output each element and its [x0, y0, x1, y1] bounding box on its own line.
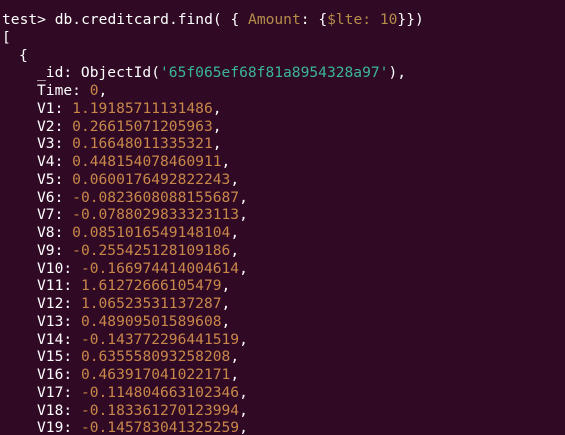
field-line: V6: -0.0823608088155687, [2, 189, 565, 207]
field-key: V13: [37, 312, 81, 330]
field-value: 0.0851016549148104 [72, 224, 231, 241]
field-value: -0.255425128109186 [72, 241, 231, 259]
time-key: Time: [37, 82, 90, 99]
field-value: -0.143772296441519 [80, 330, 240, 348]
time-line: Time: 0, [2, 82, 565, 100]
id-key: _id: ObjectId( [37, 64, 161, 82]
field-value: -0.114804663102346 [80, 383, 240, 401]
field-key: V19: [37, 419, 81, 435]
field-line: V1: 1.19185711131486, [2, 100, 565, 118]
field-value: 1.61272666105479 [80, 277, 222, 295]
field-key: V7: [37, 206, 73, 224]
time-comma: , [98, 82, 108, 99]
field-value: 0.0600176492822243 [72, 170, 231, 188]
field-line: V3: 0.16648011335321, [2, 135, 565, 153]
field-key: V1: [37, 99, 73, 117]
id-value: '65f065ef68f81a8954328a97' [160, 64, 389, 82]
amount-key: Amount [248, 11, 301, 28]
field-comma: , [239, 206, 248, 224]
result-open-bracket: [ [2, 28, 11, 46]
field-key: V18: [37, 401, 81, 419]
field-comma: , [230, 366, 240, 383]
field-key: V5: [37, 170, 73, 188]
field-value: -0.166974414004614 [80, 259, 240, 277]
field-line: V18: -0.183361270123994, [2, 402, 565, 420]
id-line: _id: ObjectId('65f065ef68f81a8954328a97'… [2, 64, 565, 82]
field-comma: , [212, 135, 222, 153]
field-value: 0.448154078460911 [72, 153, 222, 170]
field-key: V10: [37, 259, 81, 277]
lte-colon: : [362, 11, 380, 28]
field-comma: , [239, 259, 248, 277]
shell-prompt: test> [2, 11, 46, 28]
field-comma: , [230, 241, 240, 259]
field-line: V19: -0.145783041325259, [2, 419, 565, 435]
field-list: V1: 1.19185711131486, V2: 0.2661507120596… [0, 100, 565, 435]
field-line: V11: 1.61272666105479, [2, 277, 565, 295]
field-key: V4: [37, 153, 73, 170]
field-key: V11: [37, 277, 81, 295]
field-line: V17: -0.114804663102346, [2, 384, 565, 402]
field-comma: , [221, 277, 231, 295]
time-value: 0 [89, 82, 99, 99]
field-line: V4: 0.448154078460911, [2, 153, 565, 171]
command-prefix: db.creditcard.find( { [45, 11, 249, 28]
field-comma: , [239, 330, 248, 348]
colon-brace: : { [300, 11, 328, 28]
field-key: V2: [37, 117, 73, 135]
field-comma: , [239, 419, 248, 435]
field-comma: , [239, 383, 248, 401]
field-value: 0.635558093258208 [80, 348, 231, 366]
field-value: -0.0823608088155687 [72, 188, 240, 206]
field-comma: , [239, 188, 248, 206]
field-value: 0.463917041022171 [80, 366, 231, 383]
command-suffix: }}) [397, 11, 424, 28]
document-open-brace: { [19, 46, 28, 64]
field-value: 0.16648011335321 [72, 135, 213, 153]
field-comma: , [221, 312, 231, 330]
field-key: V6: [37, 188, 73, 206]
id-close: ), [388, 64, 407, 82]
field-line: V16: 0.463917041022171, [2, 366, 565, 384]
field-line: V13: 0.48909501589608, [2, 313, 565, 331]
field-comma: , [212, 99, 222, 117]
field-comma: , [239, 401, 248, 419]
field-line: V10: -0.166974414004614, [2, 260, 565, 278]
field-key: V9: [37, 241, 73, 259]
field-value: 1.06523531137287 [80, 295, 222, 312]
command-line: test> db.creditcard.find( { Amount: {$lt… [2, 11, 565, 29]
field-line: V15: 0.635558093258208, [2, 348, 565, 366]
field-key: V17: [37, 383, 81, 401]
field-key: V15: [37, 348, 81, 366]
field-comma: , [221, 295, 231, 312]
lte-operator: $lte [327, 11, 363, 28]
terminal-window[interactable]: test> db.creditcard.find( { Amount: {$lt… [0, 0, 565, 435]
field-line: V9: -0.255425128109186, [2, 242, 565, 260]
field-comma: , [230, 348, 240, 366]
field-comma: , [230, 170, 240, 188]
field-key: V14: [37, 330, 81, 348]
field-key: V12: [37, 295, 81, 312]
field-key: V16: [37, 366, 81, 383]
field-line: V2: 0.26615071205963, [2, 118, 565, 136]
field-value: -0.0788029833323113 [72, 206, 240, 224]
field-value: 1.19185711131486 [72, 99, 213, 117]
field-value: 0.26615071205963 [72, 117, 213, 135]
field-line: V7: -0.0788029833323113, [2, 206, 565, 224]
field-key: V3: [37, 135, 73, 153]
field-comma: , [221, 153, 231, 170]
field-comma: , [212, 117, 222, 135]
field-line: V14: -0.143772296441519, [2, 331, 565, 349]
field-line: V8: 0.0851016549148104, [2, 224, 565, 242]
field-value: -0.183361270123994 [80, 401, 240, 419]
field-key: V8: [37, 224, 73, 241]
field-line: V12: 1.06523531137287, [2, 295, 565, 313]
field-value: -0.145783041325259 [80, 419, 240, 435]
field-comma: , [230, 224, 240, 241]
field-line: V5: 0.0600176492822243, [2, 171, 565, 189]
lte-value: 10 [379, 11, 398, 28]
field-value: 0.48909501589608 [80, 312, 222, 330]
